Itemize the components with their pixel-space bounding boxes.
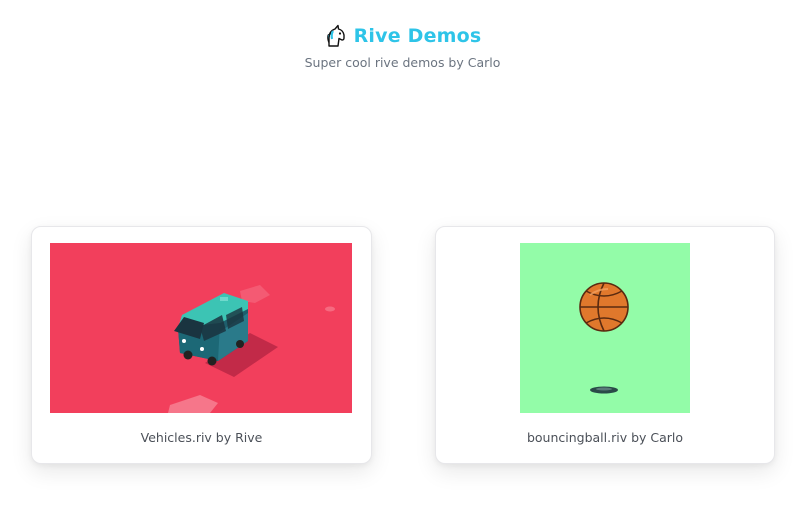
vehicles-preview[interactable] <box>50 243 352 413</box>
demo-card-bouncingball[interactable]: bouncingball.riv by Carlo <box>435 226 775 464</box>
page-header: Rive Demos Super cool rive demos by Carl… <box>0 22 805 70</box>
card-caption: Vehicles.riv by Rive <box>140 430 263 445</box>
demo-card-vehicles[interactable]: Vehicles.riv by Rive <box>31 226 372 464</box>
title-row: Rive Demos <box>0 22 805 50</box>
unicorn-icon <box>326 24 345 47</box>
bouncingball-preview[interactable] <box>520 243 690 413</box>
page-title: Rive Demos <box>353 25 482 47</box>
page-subtitle: Super cool rive demos by Carlo <box>304 55 501 70</box>
card-caption: bouncingball.riv by Carlo <box>526 430 684 445</box>
basketball-icon <box>579 282 629 332</box>
